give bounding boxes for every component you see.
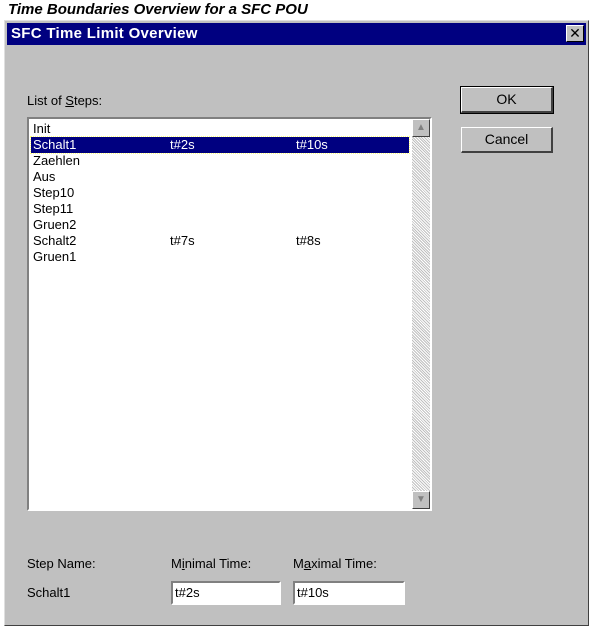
minimal-time-input[interactable]: t#2s bbox=[171, 581, 281, 605]
scroll-up-button[interactable]: ▲ bbox=[412, 119, 430, 137]
step-name-value: Schalt1 bbox=[27, 585, 71, 600]
minimal-time-label: Minimal Time: bbox=[171, 556, 252, 571]
sfc-time-limit-dialog: SFC Time Limit Overview ✕ List of Steps:… bbox=[4, 20, 589, 626]
dialog-title: SFC Time Limit Overview bbox=[11, 25, 198, 42]
step-name-cell: Step10 bbox=[33, 185, 75, 200]
step-name-label: Step Name: bbox=[27, 556, 96, 571]
title-bar[interactable]: SFC Time Limit Overview ✕ bbox=[7, 23, 586, 45]
step-min-time-cell: t#2s bbox=[170, 137, 195, 152]
step-list-item[interactable]: Step10 bbox=[31, 185, 409, 201]
step-list-item[interactable]: Gruen2 bbox=[31, 217, 409, 233]
step-list-item[interactable]: Zaehlen bbox=[31, 153, 409, 169]
maximal-time-label: Maximal Time: bbox=[293, 556, 377, 571]
step-name-cell: Zaehlen bbox=[33, 153, 80, 168]
steps-list: Init Schalt1 t#2s t#10s Zaehlen Aus Step10 Step… bbox=[30, 121, 410, 265]
step-max-time-cell: t#8s bbox=[296, 233, 321, 248]
close-button[interactable]: ✕ bbox=[566, 25, 584, 42]
arrow-down-icon: ▼ bbox=[416, 494, 426, 505]
step-name-cell: Schalt1 bbox=[33, 137, 77, 152]
step-name-cell: Init bbox=[33, 121, 51, 136]
maximal-time-input[interactable]: t#10s bbox=[293, 581, 405, 605]
figure-caption: Time Boundaries Overview for a SFC POU bbox=[8, 1, 308, 18]
step-min-time-cell: t#7s bbox=[170, 233, 195, 248]
step-max-time-cell: t#10s bbox=[296, 137, 328, 152]
step-name-cell: Step11 bbox=[33, 201, 74, 216]
step-name-cell: Gruen1 bbox=[33, 249, 77, 264]
step-list-item[interactable]: Schalt2 t#7s t#8s bbox=[31, 233, 409, 249]
step-list-item[interactable]: Aus bbox=[31, 169, 409, 185]
step-name-cell: Gruen2 bbox=[33, 217, 77, 232]
vertical-scrollbar[interactable]: ▲ ▼ bbox=[412, 119, 430, 509]
step-name-cell: Aus bbox=[33, 169, 56, 184]
close-icon: ✕ bbox=[569, 25, 581, 41]
ok-button[interactable]: OK bbox=[460, 86, 554, 114]
arrow-up-icon: ▲ bbox=[416, 122, 426, 133]
scroll-down-button[interactable]: ▼ bbox=[412, 491, 430, 509]
step-list-item[interactable]: Gruen1 bbox=[31, 249, 409, 265]
list-of-steps-label: List of Steps: bbox=[27, 93, 103, 108]
step-name-cell: Schalt2 bbox=[33, 233, 77, 248]
cancel-button[interactable]: Cancel bbox=[461, 127, 553, 153]
step-list-item[interactable]: Schalt1 t#2s t#10s bbox=[30, 136, 410, 154]
steps-listbox[interactable]: Init Schalt1 t#2s t#10s Zaehlen Aus Step10 Step… bbox=[27, 117, 432, 511]
step-list-item[interactable]: Step11 bbox=[31, 201, 409, 217]
step-list-item[interactable]: Init bbox=[31, 121, 409, 137]
